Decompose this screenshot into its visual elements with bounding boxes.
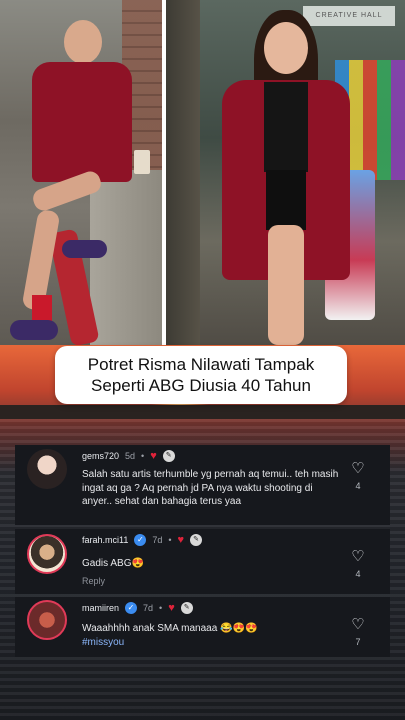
photo-collage: CREATIVE HALL: [0, 0, 405, 345]
like-button[interactable]: ♡ 4: [348, 461, 368, 492]
comment-time: 7d: [152, 535, 163, 545]
username[interactable]: mamiiren: [82, 603, 119, 613]
creator-liked-heart-icon: ♥: [168, 601, 175, 614]
avatar[interactable]: [27, 600, 67, 640]
comment-text-main: Waaahhhh anak SMA manaaa 😂😍😍: [82, 623, 258, 634]
comment-card: mamiiren ✓ 7d • ♥ ✎ Waaahhhh anak SMA ma…: [15, 597, 390, 657]
username[interactable]: gems720: [82, 451, 119, 461]
comment-meta: gems720 5d • ♥ ✎: [82, 450, 175, 462]
person-standing: [216, 10, 356, 345]
comment-card: gems720 5d • ♥ ✎ Salah satu artis terhum…: [15, 445, 390, 525]
verified-badge-icon: ✓: [134, 534, 147, 546]
headline-text: Potret Risma Nilawati Tampak Seperti ABG…: [87, 355, 315, 395]
comment-meta: farah.mci11 ✓ 7d • ♥ ✎: [82, 533, 203, 546]
username[interactable]: farah.mci11: [82, 535, 128, 545]
comment-text: Waaahhhh anak SMA manaaa 😂😍😍 #missyou: [82, 622, 342, 649]
creator-badge-icon: ✎: [190, 534, 203, 546]
comment-meta: mamiiren ✓ 7d • ♥ ✎: [82, 602, 193, 614]
like-button[interactable]: ♡ 4: [348, 549, 368, 580]
meta-separator: •: [168, 535, 172, 545]
comment-text: Gadis ABG😍: [82, 558, 144, 569]
person-sitting: [10, 16, 132, 340]
creator-badge-icon: ✎: [162, 450, 175, 462]
comment-time: 7d: [143, 603, 154, 613]
heart-outline-icon[interactable]: ♡: [348, 617, 368, 633]
coffee-cup: [134, 150, 150, 174]
reply-link[interactable]: Reply: [82, 576, 105, 586]
like-count: 4: [355, 481, 361, 491]
like-count: 7: [355, 637, 361, 647]
heart-outline-icon[interactable]: ♡: [348, 549, 368, 565]
red-jacket: [32, 62, 132, 182]
meta-separator: •: [159, 603, 163, 613]
headline-caption: Potret Risma Nilawati Tampak Seperti ABG…: [55, 346, 347, 404]
comment-card: farah.mci11 ✓ 7d • ♥ ✎ Gadis ABG😍 Reply …: [15, 529, 390, 594]
photo-right: CREATIVE HALL: [166, 0, 405, 345]
heart-outline-icon[interactable]: ♡: [348, 461, 368, 477]
like-button[interactable]: ♡ 7: [348, 617, 368, 648]
comment-text: Salah satu artis terhumble yg pernah aq …: [82, 469, 339, 507]
comment-time: 5d: [125, 451, 136, 461]
creator-liked-heart-icon: ♥: [150, 449, 157, 462]
hashtag-link[interactable]: #missyou: [82, 637, 124, 648]
avatar[interactable]: [27, 534, 67, 574]
verified-badge-icon: ✓: [125, 602, 138, 614]
horizon-land: [0, 405, 405, 419]
tree-trunk: [166, 0, 200, 345]
creator-badge-icon: ✎: [180, 602, 193, 614]
photo-left: [0, 0, 162, 345]
like-count: 4: [355, 569, 361, 579]
avatar[interactable]: [27, 449, 67, 489]
meta-separator: •: [141, 451, 145, 461]
creator-liked-heart-icon: ♥: [177, 533, 185, 546]
